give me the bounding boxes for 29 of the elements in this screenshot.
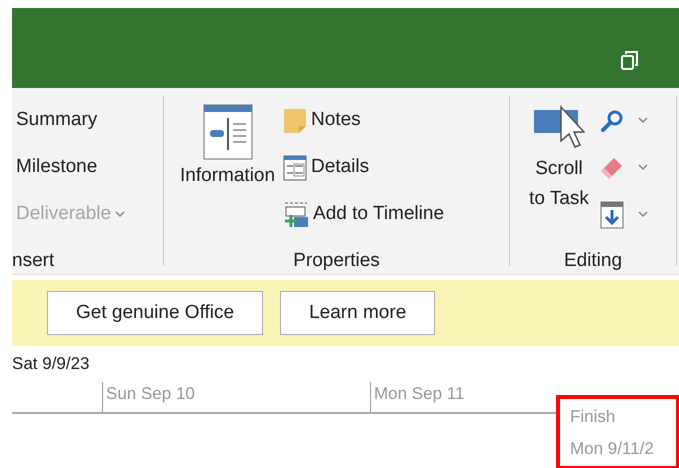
chevron-icon [638, 117, 648, 124]
restore-icon[interactable] [621, 50, 639, 70]
notice-button[interactable]: Learn more [280, 291, 436, 335]
group-label: nsert [12, 249, 56, 273]
chevron-icon [115, 211, 126, 218]
ribbon-button[interactable]: Notes [279, 97, 448, 144]
group-label: Editing [562, 249, 624, 273]
chevron-icon [638, 211, 648, 218]
ribbon-button[interactable]: Information [176, 96, 280, 248]
ribbon-button[interactable]: Summary [12, 97, 130, 144]
search-icon [600, 108, 624, 132]
group-label: Properties [292, 249, 381, 273]
chevron-icon [638, 164, 648, 171]
table-icon [283, 154, 308, 180]
timeline-add-icon [283, 200, 310, 228]
ribbon-button[interactable]: Details [279, 144, 448, 191]
finish-date: Mon 9/11/2 [570, 438, 655, 460]
notice-button[interactable]: Get genuine Office [47, 291, 264, 335]
fill-down-icon [600, 200, 624, 228]
finish-label: Finish [570, 406, 616, 428]
ribbon-button[interactable]: Add to Timeline [279, 191, 448, 238]
form-icon [202, 104, 253, 160]
ribbon-button[interactable]: Milestone [12, 144, 130, 191]
timeline-date: Sat 9/9/23 [12, 353, 90, 375]
ribbon-button[interactable]: Scroll to Task [524, 96, 594, 248]
timeline-tick: Mon Sep 11 [370, 382, 560, 412]
timeline-tick: Sun Sep 10 [102, 382, 370, 412]
eraser-icon [600, 156, 624, 180]
note-icon [283, 108, 308, 134]
